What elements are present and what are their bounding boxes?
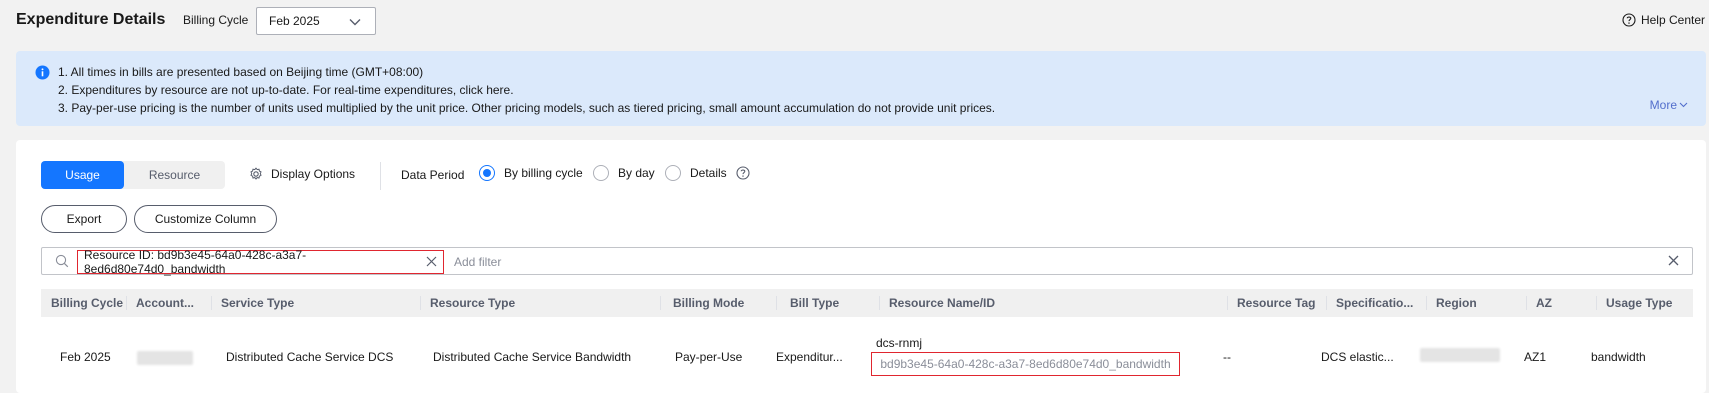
filter-search-bar[interactable]: Resource ID: bd9b3e45-64a0-428c-a3a7-8ed… (41, 247, 1693, 276)
cell-resource-name[interactable]: dcs-rnmj (876, 336, 922, 350)
display-options-button[interactable]: Display Options (249, 167, 355, 181)
radio-label: Details (690, 166, 727, 180)
cell-service-type: Distributed Cache Service DCS (226, 350, 394, 364)
column-separator (1596, 296, 1597, 310)
column-separator (420, 296, 421, 310)
view-tabs: Usage Resource (41, 161, 225, 189)
clear-icon[interactable] (1668, 255, 1679, 266)
redacted-region (1420, 348, 1500, 362)
chevron-down-icon (1679, 102, 1688, 108)
col-resource-type[interactable]: Resource Type (430, 289, 515, 317)
add-filter-placeholder: Add filter (454, 255, 502, 269)
more-label: More (1649, 98, 1677, 112)
billing-cycle-label: Billing Cycle (183, 13, 249, 27)
column-separator (126, 296, 127, 310)
column-separator (1227, 296, 1228, 310)
col-resource-name-id[interactable]: Resource Name/ID (889, 289, 995, 317)
column-separator (660, 296, 661, 310)
close-icon[interactable] (426, 256, 437, 267)
main-panel: Usage Resource Display Options Data Peri… (16, 140, 1706, 393)
display-options-label: Display Options (271, 167, 356, 181)
col-bill-type[interactable]: Bill Type (790, 289, 839, 317)
notice-banner: 1. All times in bills are presented base… (16, 51, 1706, 126)
col-billing-cycle[interactable]: Billing Cycle (51, 289, 123, 317)
col-az[interactable]: AZ (1536, 289, 1552, 317)
cell-az: AZ1 (1524, 350, 1547, 364)
filter-chip-resource-id[interactable]: Resource ID: bd9b3e45-64a0-428c-a3a7-8ed… (77, 248, 444, 276)
cell-specification: DCS elastic... (1321, 350, 1394, 364)
export-button[interactable]: Export (41, 205, 127, 233)
gear-icon (250, 167, 262, 180)
col-service-type[interactable]: Service Type (221, 289, 294, 317)
radio-by-day[interactable]: By day (593, 165, 655, 181)
notice-line-3: 3. Pay-per-use pricing is the number of … (58, 101, 996, 115)
col-resource-tag[interactable]: Resource Tag (1237, 289, 1315, 317)
radio-details[interactable]: Details (665, 165, 750, 181)
help-center-label: Help Center (1640, 13, 1705, 27)
col-usage-type[interactable]: Usage Type (1606, 289, 1672, 317)
column-separator (1526, 296, 1527, 310)
cell-bill-type: Expenditur... (776, 350, 843, 364)
col-specification[interactable]: Specificatio... (1336, 289, 1421, 317)
divider (380, 162, 381, 190)
filter-chip-label: Resource ID: bd9b3e45-64a0-428c-a3a7-8ed… (84, 248, 307, 276)
billing-cycle-value: Feb 2025 (269, 14, 320, 28)
col-billing-mode[interactable]: Billing Mode (673, 289, 744, 317)
radio-label: By day (618, 166, 655, 180)
data-period-label: Data Period (401, 168, 465, 182)
radio-circle-checked (479, 165, 495, 181)
col-account[interactable]: Account... (136, 289, 206, 317)
notice-line-2: 2. Expenditures by resource are not up-t… (58, 83, 514, 97)
cell-billing-cycle: Feb 2025 (60, 350, 111, 364)
top-bar: Expenditure Details Billing Cycle Feb 20… (0, 0, 1709, 44)
radio-circle (665, 165, 681, 181)
billing-cycle-select[interactable]: Feb 2025 (256, 7, 376, 35)
page-title: Expenditure Details (16, 11, 166, 28)
search-icon (55, 254, 69, 268)
info-icon (35, 65, 50, 80)
column-separator (211, 296, 212, 310)
redacted-account (137, 351, 193, 365)
question-circle-icon (1622, 13, 1636, 27)
cell-billing-mode: Pay-per-Use (675, 350, 743, 364)
column-separator (776, 296, 777, 310)
radio-circle (593, 165, 609, 181)
notice-text: 1. All times in bills are presented base… (58, 63, 995, 117)
column-separator (879, 296, 880, 310)
tab-resource[interactable]: Resource (124, 161, 225, 189)
radio-label: By billing cycle (504, 166, 583, 180)
cell-resource-tag: -- (1223, 350, 1231, 364)
question-circle-icon[interactable] (736, 166, 750, 180)
customize-column-button[interactable]: Customize Column (134, 205, 277, 233)
col-region[interactable]: Region (1436, 289, 1477, 317)
notice-line-1: 1. All times in bills are presented base… (58, 65, 424, 79)
column-separator (1326, 296, 1327, 310)
help-center-link[interactable]: Help Center (1622, 13, 1705, 27)
table-header: Billing Cycle Account... Service Type Re… (41, 289, 1693, 317)
column-separator (1426, 296, 1427, 310)
cell-resource-type: Distributed Cache Service Bandwidth (433, 350, 632, 364)
cell-resource-id: bd9b3e45-64a0-428c-a3a7-8ed6d80e74d0_ban… (871, 352, 1180, 376)
cell-usage-type: bandwidth (1591, 350, 1646, 364)
more-link[interactable]: More (1650, 98, 1688, 112)
tab-usage[interactable]: Usage (41, 161, 124, 189)
radio-by-billing-cycle[interactable]: By billing cycle (479, 165, 583, 181)
chevron-down-icon (349, 19, 361, 26)
